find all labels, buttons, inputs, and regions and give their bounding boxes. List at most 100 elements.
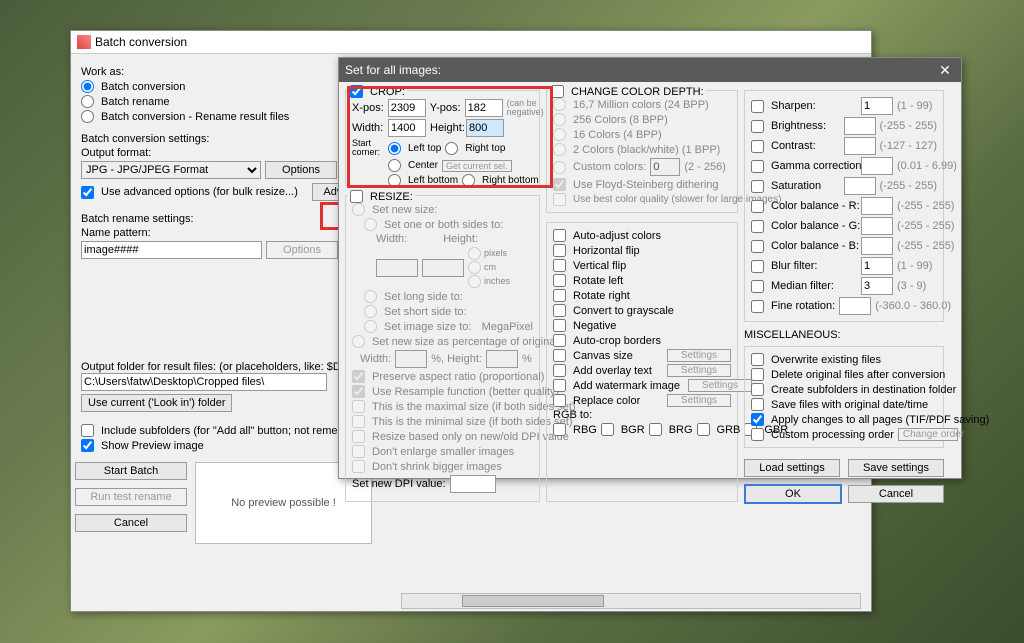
- cb-r-checkbox[interactable]: [751, 200, 764, 213]
- radio-batch-conversion[interactable]: [81, 80, 94, 93]
- fine-rot-input[interactable]: [839, 297, 871, 315]
- custom-order-checkbox[interactable]: [751, 428, 764, 441]
- misc-heading: MISCELLANEOUS:: [744, 329, 944, 341]
- change-order-button[interactable]: Change order: [898, 428, 958, 441]
- adv-win-titlebar[interactable]: Set for all images: ✕: [339, 58, 961, 82]
- saturation-input[interactable]: [844, 177, 876, 195]
- grb-checkbox[interactable]: [697, 423, 710, 436]
- save-date-checkbox[interactable]: [751, 398, 764, 411]
- canvas-settings-button[interactable]: Settings: [667, 349, 731, 362]
- horizontal-scrollbar[interactable]: [401, 593, 861, 609]
- load-settings-button[interactable]: Load settings: [744, 459, 840, 477]
- app-icon: [77, 35, 91, 49]
- cb-r-input[interactable]: [861, 197, 893, 215]
- no-enlarge-checkbox: [352, 445, 365, 458]
- hflip-checkbox[interactable]: [553, 244, 566, 257]
- save-settings-button[interactable]: Save settings: [848, 459, 944, 477]
- unit-cm-radio: [468, 261, 481, 274]
- include-subfolders-label: Include subfolders (for "Add all" button…: [101, 425, 378, 437]
- no-shrink-checkbox: [352, 460, 365, 473]
- show-preview-checkbox[interactable]: [81, 439, 94, 452]
- median-checkbox[interactable]: [751, 280, 764, 293]
- delete-orig-checkbox[interactable]: [751, 368, 764, 381]
- sharpen-input[interactable]: [861, 97, 893, 115]
- highlight-crop: [347, 86, 553, 188]
- floyd-checkbox: [553, 178, 566, 191]
- best-quality-checkbox: [553, 193, 566, 206]
- no-shrink-label: Don't shrink bigger images: [372, 461, 502, 473]
- brightness-checkbox[interactable]: [751, 120, 764, 133]
- replace-color-settings-button[interactable]: Settings: [667, 394, 731, 407]
- bgr-checkbox[interactable]: [601, 423, 614, 436]
- run-test-rename-button[interactable]: Run test rename: [75, 488, 187, 506]
- misc-group: Overwrite existing files Delete original…: [744, 346, 944, 448]
- contrast-checkbox[interactable]: [751, 140, 764, 153]
- set-long-label: Set long side to:: [384, 291, 463, 303]
- rotate-left-checkbox[interactable]: [553, 274, 566, 287]
- resize-width-label: Width:: [376, 233, 407, 245]
- set-long-radio: [364, 290, 377, 303]
- replace-color-checkbox[interactable]: [553, 394, 566, 407]
- overwrite-checkbox[interactable]: [751, 353, 764, 366]
- radio-batch-rename-label: Batch rename: [101, 96, 169, 108]
- batch-cancel-button[interactable]: Cancel: [75, 514, 187, 532]
- canvas-checkbox[interactable]: [553, 349, 566, 362]
- format-options-button[interactable]: Options: [265, 161, 337, 179]
- scrollbar-thumb[interactable]: [462, 595, 604, 607]
- watermark-settings-button[interactable]: Settings: [688, 379, 752, 392]
- resize-checkbox[interactable]: [350, 190, 363, 203]
- adv-cancel-button[interactable]: Cancel: [848, 485, 944, 503]
- rename-options-button[interactable]: Options: [266, 241, 338, 259]
- cb-g-checkbox[interactable]: [751, 220, 764, 233]
- sharpen-checkbox[interactable]: [751, 100, 764, 113]
- set-pct-radio: [352, 335, 365, 348]
- cb-b-checkbox[interactable]: [751, 240, 764, 253]
- start-batch-button[interactable]: Start Batch: [75, 462, 187, 480]
- overlay-checkbox[interactable]: [553, 364, 566, 377]
- set-pct-label: Set new size as percentage of original:: [372, 336, 561, 348]
- rotate-right-checkbox[interactable]: [553, 289, 566, 302]
- autocrop-checkbox[interactable]: [553, 334, 566, 347]
- use-advanced-checkbox[interactable]: [81, 186, 94, 199]
- ok-button[interactable]: OK: [744, 484, 842, 504]
- cd-2-radio: [553, 143, 566, 156]
- contrast-input[interactable]: [844, 137, 876, 155]
- name-pattern-input[interactable]: [81, 241, 262, 259]
- brg-checkbox[interactable]: [649, 423, 662, 436]
- min-size-label: This is the minimal size (if both sides …: [372, 416, 573, 428]
- create-sub-checkbox[interactable]: [751, 383, 764, 396]
- output-format-select[interactable]: JPG - JPG/JPEG Format: [81, 161, 261, 179]
- include-subfolders-checkbox[interactable]: [81, 424, 94, 437]
- apply-all-checkbox[interactable]: [751, 413, 764, 426]
- close-icon[interactable]: ✕: [935, 62, 955, 79]
- grayscale-checkbox[interactable]: [553, 304, 566, 317]
- blur-checkbox[interactable]: [751, 260, 764, 273]
- radio-batch-conv-rename[interactable]: [81, 110, 94, 123]
- fine-rot-checkbox[interactable]: [751, 300, 764, 313]
- gamma-checkbox[interactable]: [751, 160, 764, 173]
- new-dpi-input[interactable]: [450, 475, 496, 493]
- rbg-checkbox[interactable]: [553, 423, 566, 436]
- filters-group: Sharpen:(1 - 99) Brightness:(-255 - 255)…: [744, 90, 944, 322]
- watermark-checkbox[interactable]: [553, 379, 566, 392]
- radio-batch-rename[interactable]: [81, 95, 94, 108]
- cb-b-input[interactable]: [861, 237, 893, 255]
- gamma-input[interactable]: [861, 157, 893, 175]
- use-advanced-label: Use advanced options (for bulk resize...…: [101, 186, 298, 198]
- negative-checkbox[interactable]: [553, 319, 566, 332]
- saturation-checkbox[interactable]: [751, 180, 764, 193]
- overlay-settings-button[interactable]: Settings: [667, 364, 731, 377]
- blur-input[interactable]: [861, 257, 893, 275]
- brightness-input[interactable]: [844, 117, 876, 135]
- use-current-folder-button[interactable]: Use current ('Look in') folder: [81, 394, 232, 412]
- cb-g-input[interactable]: [861, 217, 893, 235]
- median-input[interactable]: [861, 277, 893, 295]
- output-folder-input[interactable]: [81, 373, 327, 391]
- color-depth-label: CHANGE COLOR DEPTH:: [571, 86, 704, 98]
- auto-adjust-checkbox[interactable]: [553, 229, 566, 242]
- vflip-checkbox[interactable]: [553, 259, 566, 272]
- batch-win-titlebar[interactable]: Batch conversion: [71, 31, 871, 54]
- no-enlarge-label: Don't enlarge smaller images: [372, 446, 514, 458]
- show-preview-label: Show Preview image: [101, 440, 204, 452]
- set-short-label: Set short side to:: [384, 306, 467, 318]
